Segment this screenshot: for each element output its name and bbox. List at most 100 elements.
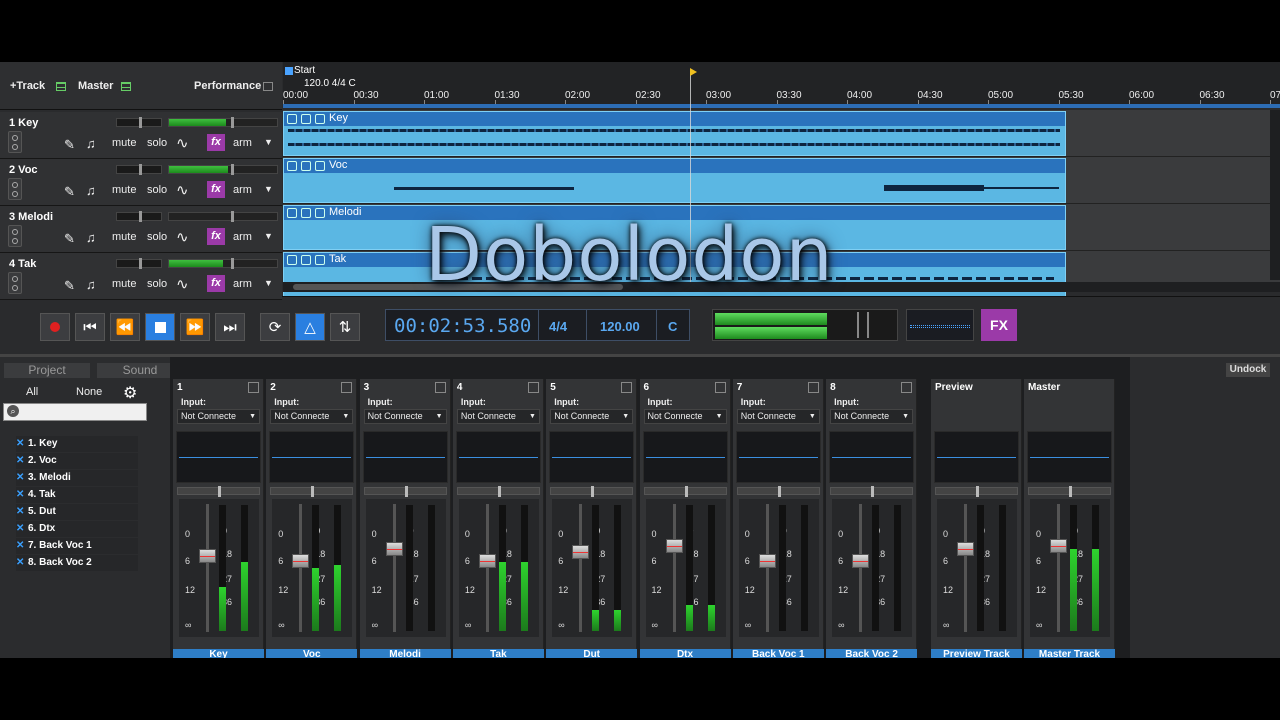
channel-name[interactable]: Dtx — [639, 649, 731, 658]
mute-button[interactable]: mute — [112, 137, 136, 149]
clip-control-icon[interactable] — [315, 114, 325, 124]
channel-name[interactable]: Back Voc 2 — [826, 649, 918, 658]
track-list-item[interactable]: ✕ 3. Melodi — [16, 470, 138, 486]
clip-control-icon[interactable] — [315, 161, 325, 171]
volume-fader[interactable]: 0612∞9182736 — [738, 499, 819, 637]
track-list-item[interactable]: ✕ 6. Dtx — [16, 521, 138, 537]
clip-control-icon[interactable] — [315, 208, 325, 218]
volume-fader[interactable]: 0612∞9182736 — [552, 499, 633, 637]
volume-fader[interactable]: 0612∞9182736 — [1030, 499, 1110, 637]
speaker-icon[interactable]: ♫ — [86, 136, 96, 151]
fader-knob[interactable] — [199, 548, 216, 563]
track-list-item[interactable]: ✕ 4. Tak — [16, 487, 138, 503]
track-pan-slider[interactable] — [116, 211, 162, 222]
clip-control-icon[interactable] — [287, 114, 297, 124]
fader-knob[interactable] — [478, 553, 496, 568]
channel-expand-icon[interactable] — [248, 382, 259, 393]
close-icon[interactable]: ✕ — [16, 436, 25, 452]
track-fx-button[interactable]: fx — [207, 228, 225, 245]
close-icon[interactable]: ✕ — [16, 470, 25, 486]
track-header[interactable]: 4 Tak ✎ ♫ mute solo ∿ fx arm ▼ — [0, 253, 282, 300]
close-icon[interactable]: ✕ — [16, 538, 25, 554]
fader-knob[interactable] — [292, 553, 310, 568]
loop-region-bar[interactable] — [283, 104, 1280, 108]
edit-pencil-icon[interactable]: ✎ — [64, 137, 75, 153]
volume-fader[interactable]: 0612∞9182736 — [365, 499, 446, 637]
pan-slider[interactable] — [363, 486, 447, 497]
add-track-menu-icon[interactable] — [56, 82, 66, 91]
track-name[interactable]: 1 Key — [9, 117, 38, 129]
fader-knob[interactable] — [852, 553, 870, 568]
key-value[interactable]: C — [668, 319, 677, 334]
fader-knob[interactable] — [957, 541, 974, 556]
fader-knob[interactable] — [385, 541, 403, 556]
pan-slider[interactable] — [456, 486, 540, 497]
automation-icon[interactable]: ∿ — [176, 181, 189, 199]
pan-slider[interactable] — [830, 486, 914, 497]
punch-icon[interactable]: ⇅ — [330, 313, 360, 341]
track-name[interactable]: 2 Voc — [9, 164, 38, 176]
track-volume-meter[interactable] — [168, 211, 278, 222]
track-fx-button[interactable]: fx — [207, 181, 225, 198]
pan-slider[interactable] — [643, 486, 727, 497]
clip-control-icon[interactable] — [301, 161, 311, 171]
fader-knob[interactable] — [1050, 539, 1067, 554]
fast-forward-icon[interactable]: ⏩ — [180, 313, 210, 341]
arm-button[interactable]: arm — [233, 278, 252, 290]
track-header[interactable]: 1 Key ✎ ♫ mute solo ∿ fx arm ▼ — [0, 112, 282, 159]
track-lane[interactable]: Voc — [283, 157, 1280, 204]
master-fx-button[interactable]: FX — [981, 309, 1017, 341]
edit-pencil-icon[interactable]: ✎ — [64, 184, 75, 200]
close-icon[interactable]: ✕ — [16, 504, 25, 520]
edit-pencil-icon[interactable]: ✎ — [64, 278, 75, 294]
gear-icon[interactable]: ⚙ — [123, 383, 137, 403]
channel-name[interactable]: Back Voc 1 — [732, 649, 824, 658]
chevron-down-icon[interactable]: ▼ — [264, 231, 273, 241]
clip-control-icon[interactable] — [315, 255, 325, 265]
filter-all-button[interactable]: All — [26, 386, 38, 398]
audio-clip[interactable]: Voc — [283, 158, 1066, 203]
vertical-scrollbar[interactable] — [1270, 110, 1280, 280]
track-list-item[interactable]: ✕ 2. Voc — [16, 453, 138, 469]
performance-button[interactable]: Performance — [194, 80, 261, 92]
track-list-item[interactable]: ✕ 5. Dut — [16, 504, 138, 520]
audio-clip[interactable]: Key — [283, 111, 1066, 156]
fader-knob[interactable] — [572, 545, 590, 560]
clip-control-icon[interactable] — [287, 208, 297, 218]
track-volume-meter[interactable] — [168, 117, 278, 128]
pan-slider[interactable] — [177, 486, 260, 497]
track-name[interactable]: 3 Melodi — [9, 211, 53, 223]
add-track-button[interactable]: +Track — [10, 80, 45, 92]
playhead-flag-icon[interactable] — [690, 68, 697, 76]
track-fx-button[interactable]: fx — [207, 275, 225, 292]
filter-none-button[interactable]: None — [76, 386, 102, 398]
pan-slider[interactable] — [1028, 486, 1111, 497]
channel-name[interactable]: Melodi — [359, 649, 451, 658]
channel-name[interactable]: Voc — [266, 649, 358, 658]
solo-button[interactable]: solo — [147, 137, 167, 149]
input-select[interactable]: Not Connecte ▼ — [550, 409, 634, 424]
arm-button[interactable]: arm — [233, 137, 252, 149]
record-icon[interactable] — [40, 313, 70, 341]
track-header[interactable]: 2 Voc ✎ ♫ mute solo ∿ fx arm ▼ — [0, 159, 282, 206]
volume-fader[interactable]: 0612∞9182736 — [832, 499, 913, 637]
speaker-icon[interactable]: ♫ — [86, 230, 96, 245]
pan-slider[interactable] — [736, 486, 820, 497]
speaker-icon[interactable]: ♫ — [86, 183, 96, 198]
clip-control-icon[interactable] — [301, 208, 311, 218]
timeline-ruler[interactable]: Start 120.0 4/4 C 00:00 00:30 01:00 01:30 02… — [283, 62, 1280, 282]
track-list-item[interactable]: ✕ 1. Key — [16, 436, 138, 452]
input-select[interactable]: Not Connecte ▼ — [270, 409, 354, 424]
master-menu-icon[interactable] — [121, 82, 131, 91]
mute-button[interactable]: mute — [112, 231, 136, 243]
input-select[interactable]: Not Connecte ▼ — [830, 409, 914, 424]
channel-name[interactable]: Key — [173, 649, 264, 658]
pan-slider[interactable] — [550, 486, 634, 497]
chevron-down-icon[interactable]: ▼ — [264, 184, 273, 194]
mute-button[interactable]: mute — [112, 278, 136, 290]
track-volume-meter[interactable] — [168, 164, 278, 175]
track-volume-meter[interactable] — [168, 258, 278, 269]
loop-icon[interactable]: ⟳ — [260, 313, 290, 341]
channel-expand-icon[interactable] — [341, 382, 353, 393]
volume-fader[interactable]: 0612∞9182736 — [937, 499, 1017, 637]
